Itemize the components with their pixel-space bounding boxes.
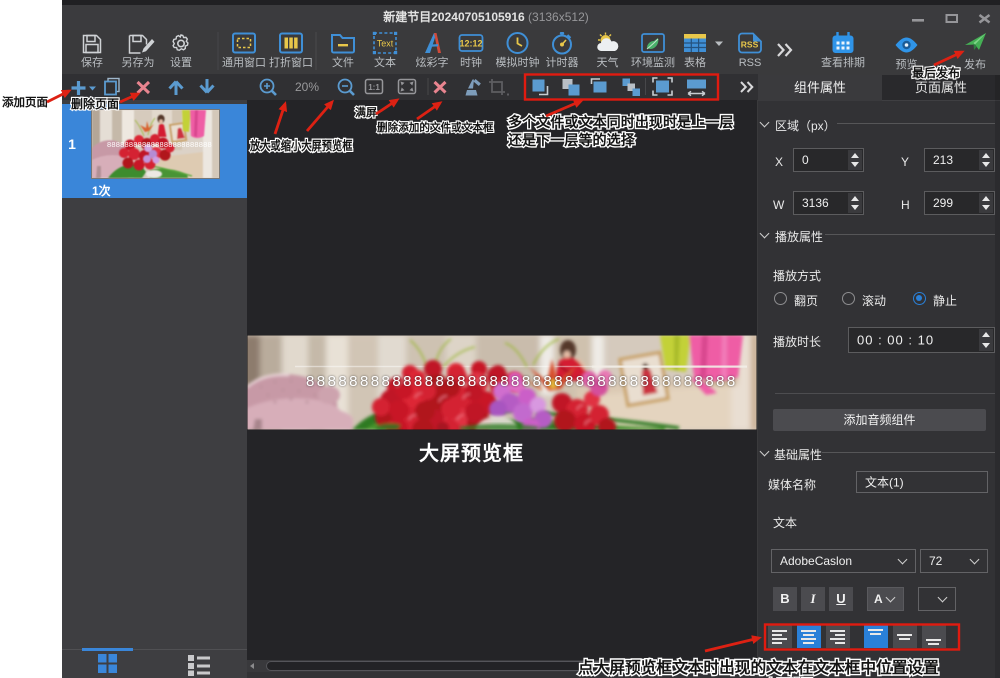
svg-text:RSS: RSS <box>739 57 762 69</box>
svg-text:时钟: 时钟 <box>460 55 482 69</box>
svg-text:文本: 文本 <box>374 55 396 69</box>
svg-text:计时器: 计时器 <box>546 56 579 69</box>
svg-text:炫彩字: 炫彩字 <box>416 55 449 69</box>
svg-text:12:12: 12:12 <box>459 39 482 49</box>
svg-text:环境监测: 环境监测 <box>631 55 675 69</box>
svg-text:文件: 文件 <box>332 55 354 69</box>
svg-text:Text: Text <box>377 39 394 49</box>
svg-text:表格: 表格 <box>684 55 706 69</box>
svg-text:天气: 天气 <box>597 55 619 69</box>
svg-text:20%: 20% <box>295 80 319 94</box>
svg-text:设置: 设置 <box>170 56 192 69</box>
svg-text:RSS: RSS <box>741 39 759 49</box>
svg-text:模拟时钟: 模拟时钟 <box>496 55 540 69</box>
svg-text:888888888888888888888888: 888888888888888888888888 <box>107 140 212 149</box>
svg-text:发布: 发布 <box>964 57 986 71</box>
svg-text:通用窗口: 通用窗口 <box>222 55 266 69</box>
svg-text:打折窗口: 打折窗口 <box>269 55 313 69</box>
svg-text:另存为: 另存为 <box>122 55 155 69</box>
svg-text:保存: 保存 <box>81 55 103 69</box>
svg-text:1:1: 1:1 <box>368 83 380 92</box>
svg-text:查看排期: 查看排期 <box>821 55 865 69</box>
